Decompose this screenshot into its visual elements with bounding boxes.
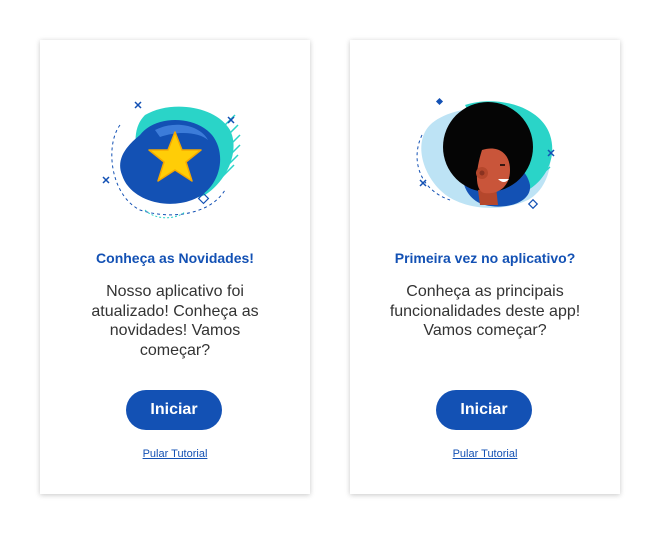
tutorial-card-novidades: Conheça as Novidades! Nosso aplicativo f… [40, 40, 310, 494]
card-title: Primeira vez no aplicativo? [394, 250, 576, 266]
skip-tutorial-link[interactable]: Pular Tutorial [40, 448, 310, 460]
start-button[interactable]: Iniciar [126, 390, 222, 430]
card-description: Conheça as principais funcionalidades de… [389, 283, 581, 339]
skip-tutorial-link[interactable]: Pular Tutorial [350, 448, 620, 460]
card-title: Conheça as Novidades! [96, 250, 254, 266]
star-icon [102, 101, 241, 219]
person-avatar-icon [416, 97, 555, 210]
tutorial-card-primeira-vez: Primeira vez no aplicativo? Conheça as p… [350, 40, 620, 494]
start-button[interactable]: Iniciar [436, 390, 532, 430]
card-description: Nosso aplicativo foi atualizado! Conheça… [91, 283, 259, 359]
